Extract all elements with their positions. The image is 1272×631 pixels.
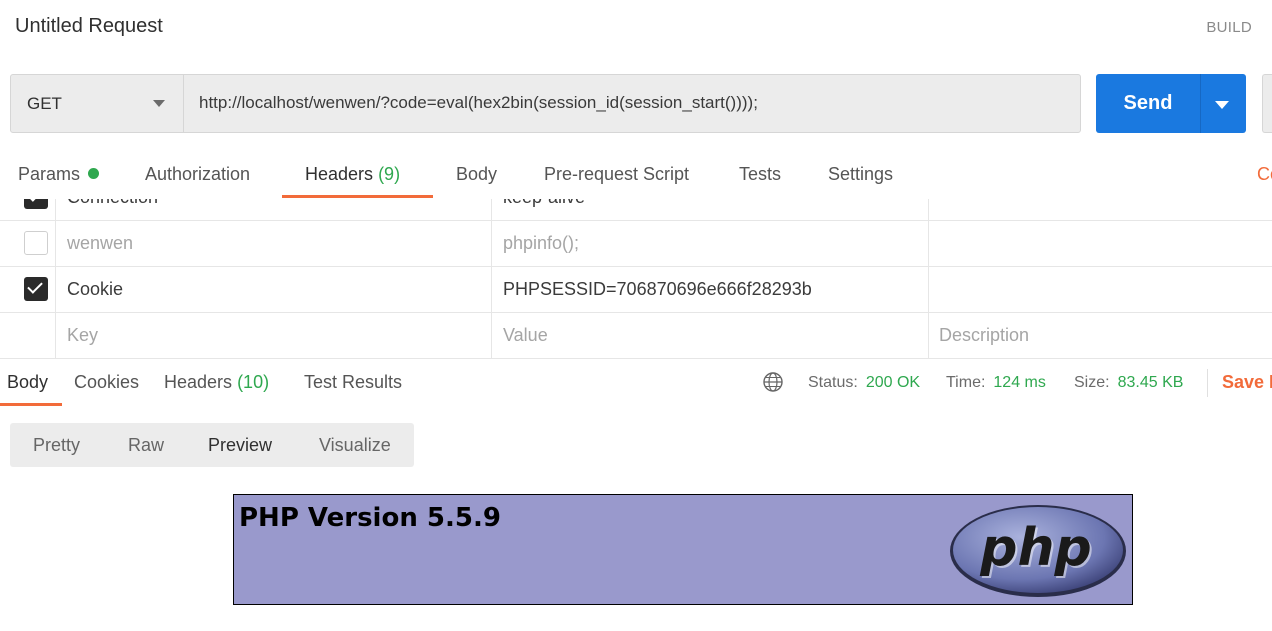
tab-headers-label: Headers xyxy=(305,164,374,184)
resp-active-tab-indicator xyxy=(0,403,62,406)
response-time: Time: 124 ms xyxy=(946,374,1046,392)
method-select[interactable]: GET xyxy=(11,75,184,132)
view-mode-selector: Pretty Raw Preview Visualize xyxy=(10,423,414,467)
view-preview[interactable]: Preview xyxy=(208,435,272,456)
params-active-dot-icon xyxy=(88,168,100,179)
build-button[interactable]: BUILD xyxy=(1206,19,1252,36)
time-label: Time: xyxy=(946,374,986,391)
php-logo-icon: php php xyxy=(950,505,1126,597)
table-row: wenwen phpinfo(); xyxy=(0,221,1272,267)
tab-headers-count: (9) xyxy=(378,164,401,184)
description-placeholder[interactable]: Description xyxy=(939,325,1029,346)
send-button[interactable]: Send xyxy=(1096,74,1200,133)
url-input[interactable]: http://localhost/wenwen/?code=eval(hex2b… xyxy=(199,93,758,113)
header-value[interactable]: PHPSESSID=706870696e666f28293b xyxy=(503,279,812,300)
table-row: Cookie PHPSESSID=706870696e666f28293b xyxy=(0,267,1272,313)
table-row-new: Key Value Description xyxy=(0,313,1272,359)
tab-tests[interactable]: Tests xyxy=(739,164,781,185)
resp-tab-headers-count: (10) xyxy=(237,372,270,392)
tab-headers[interactable]: Headers (9) xyxy=(305,164,400,185)
size-label: Size: xyxy=(1074,374,1110,391)
tab-authorization[interactable]: Authorization xyxy=(145,164,250,185)
row-checkbox[interactable] xyxy=(24,231,48,255)
header-key[interactable]: wenwen xyxy=(67,233,133,254)
time-value[interactable]: 124 ms xyxy=(993,374,1045,391)
response-size: Size: 83.45 KB xyxy=(1074,374,1183,392)
row-checkbox[interactable] xyxy=(24,277,48,301)
method-label: GET xyxy=(27,93,62,113)
globe-icon[interactable] xyxy=(763,372,783,392)
header-key[interactable]: Connection xyxy=(67,199,158,208)
tab-prerequest-script[interactable]: Pre-request Script xyxy=(544,164,689,185)
url-bar: GET http://localhost/wenwen/?code=eval(h… xyxy=(10,74,1081,133)
view-raw[interactable]: Raw xyxy=(128,435,164,456)
status-label: Status: xyxy=(808,374,858,391)
send-button-group: Send xyxy=(1096,74,1246,133)
request-title[interactable]: Untitled Request xyxy=(15,15,163,38)
view-pretty[interactable]: Pretty xyxy=(33,435,80,456)
send-separator xyxy=(1200,74,1201,133)
phpinfo-banner: PHP Version 5.5.9 php php xyxy=(233,494,1133,605)
active-tab-indicator xyxy=(282,195,433,198)
status-value[interactable]: 200 OK xyxy=(866,374,920,391)
save-button-partial[interactable] xyxy=(1262,74,1272,133)
cookies-link[interactable]: Co xyxy=(1257,164,1272,185)
header-value[interactable]: keep-alive xyxy=(503,199,585,208)
key-placeholder[interactable]: Key xyxy=(67,325,98,346)
save-response-button[interactable]: Save R xyxy=(1222,372,1272,393)
header-value[interactable]: phpinfo(); xyxy=(503,233,579,254)
size-value[interactable]: 83.45 KB xyxy=(1118,374,1184,391)
headers-table: Connection keep-alive wenwen phpinfo(); … xyxy=(0,199,1272,359)
row-checkbox[interactable] xyxy=(24,199,48,209)
table-row: Connection keep-alive xyxy=(0,199,1272,221)
value-placeholder[interactable]: Value xyxy=(503,325,548,346)
view-visualize[interactable]: Visualize xyxy=(319,435,391,456)
resp-tab-cookies[interactable]: Cookies xyxy=(74,372,139,393)
php-version-title: PHP Version 5.5.9 xyxy=(239,503,501,533)
header-key[interactable]: Cookie xyxy=(67,279,123,300)
resp-tab-headers-label: Headers xyxy=(164,372,233,392)
divider xyxy=(1207,369,1208,397)
resp-tab-headers[interactable]: Headers (10) xyxy=(164,372,269,393)
chevron-down-icon xyxy=(153,100,165,107)
resp-tab-body[interactable]: Body xyxy=(7,372,48,393)
send-options-chevron-icon[interactable] xyxy=(1215,101,1229,109)
response-status: Status: 200 OK xyxy=(808,374,920,392)
resp-tab-test-results[interactable]: Test Results xyxy=(304,372,402,393)
php-logo-text: php xyxy=(979,518,1091,578)
tab-params[interactable]: Params xyxy=(18,164,100,185)
tab-params-label: Params xyxy=(18,164,81,184)
tab-settings[interactable]: Settings xyxy=(828,164,893,185)
tab-body[interactable]: Body xyxy=(456,164,497,185)
